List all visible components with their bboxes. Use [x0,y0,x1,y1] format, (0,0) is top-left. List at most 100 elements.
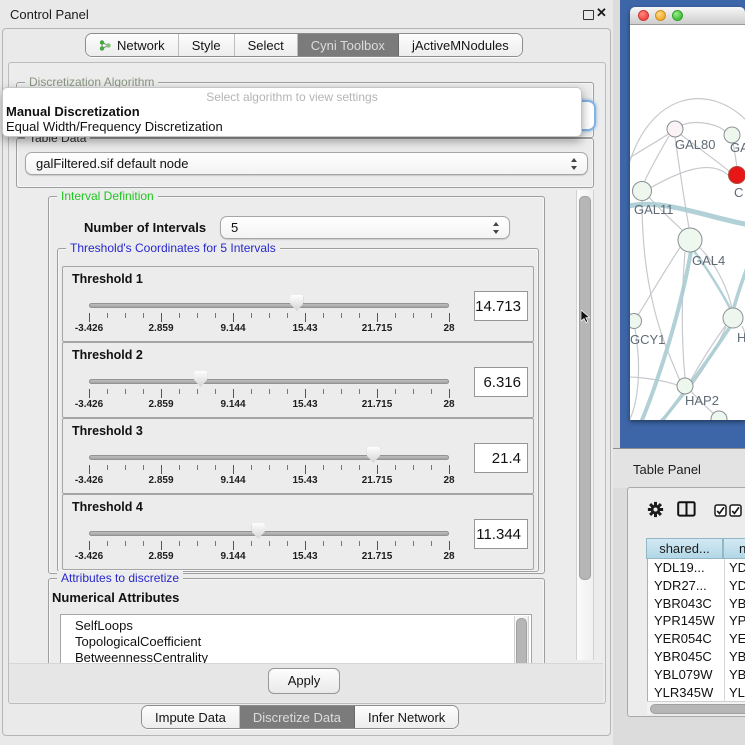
tab-label: Style [192,38,221,53]
minimize-traffic-light-icon[interactable] [655,10,666,21]
tick-mark [395,541,396,546]
slider-track[interactable] [89,531,449,536]
scale-label: 9.144 [220,475,245,486]
tick-mark [341,389,342,394]
slider-ticks [89,541,449,551]
network-window-titlebar[interactable] [630,7,745,25]
tab-discretize-data-bottom[interactable]: Discretize Data [240,706,355,728]
attribute-item-selfloops[interactable]: SelfLoops [75,618,133,633]
column-header-shared-name[interactable]: shared... [646,538,723,559]
tick-mark [449,541,450,550]
checkbox-icon[interactable] [714,504,727,517]
slider-track[interactable] [89,455,449,460]
cell-name: YLR3 [729,685,745,700]
split-columns-icon[interactable] [677,501,696,517]
tick-mark [179,465,180,470]
table-row[interactable]: YLR345W YLR3 [648,684,745,701]
tab-infer-network-bottom[interactable]: Infer Network [355,706,458,728]
list-scrollbar-thumb[interactable] [516,618,527,663]
tick-mark [359,541,360,546]
gear-icon[interactable] [647,501,664,518]
network-canvas[interactable]: GAL80GACGAL11GAL4GCY1HHAP2 [630,25,745,420]
svg-text:GAL4: GAL4 [692,253,725,268]
tick-mark [269,389,270,394]
tab-jactivemnodules[interactable]: jActiveMNodules [399,34,522,56]
table-row[interactable]: YPR145WYPR1 [648,612,745,630]
slider-scale-labels: -3.4262.8599.14415.4321.71528 [89,551,449,564]
threshold-value-field[interactable]: 6.316 [474,367,528,397]
slider-scale-labels: -3.4262.8599.14415.4321.71528 [89,323,449,336]
slider-thumb[interactable] [367,447,380,463]
close-icon[interactable]: ✕ [596,5,607,21]
tab-cyni-toolbox[interactable]: Cyni Toolbox [298,34,399,56]
cell-name: YPR1 [729,613,745,628]
float-window-icon[interactable] [583,10,594,20]
scale-label: 2.859 [148,323,173,334]
tab-label: Discretize Data [253,710,341,725]
tick-mark [143,313,144,318]
tick-mark [251,313,252,318]
tab-select[interactable]: Select [235,34,298,56]
threshold-row-3: Threshold 3-3.4262.8599.14415.4321.71528… [62,418,534,494]
tick-mark [107,313,108,318]
table-row[interactable]: YDR27...YDR2 [648,577,745,595]
tab-label: Select [248,38,284,53]
table-row[interactable]: YBL079WYBL0 [648,666,745,684]
tick-mark [377,465,378,474]
algorithm-option-equal-width[interactable]: Equal Width/Frequency Discretization [6,119,223,134]
slider-thumb[interactable] [252,523,265,539]
tick-mark [143,541,144,546]
tab-network[interactable]: Network [86,34,179,56]
tab-style[interactable]: Style [179,34,235,56]
tick-mark [161,389,162,398]
threshold-value-field[interactable]: 11.344 [474,519,528,549]
number-of-intervals-combobox[interactable]: 5 [220,216,510,239]
column-header-name[interactable]: n [723,538,745,559]
numerical-attributes-label: Numerical Attributes [52,590,179,605]
table-row[interactable]: YDL19...YDL1 [648,559,745,577]
tick-mark [341,541,342,546]
attribute-item-betweennesscentrality[interactable]: BetweennessCentrality [75,650,208,663]
zoom-traffic-light-icon[interactable] [672,10,683,21]
tab-impute-data-bottom[interactable]: Impute Data [142,706,240,728]
slider-track[interactable] [89,303,449,308]
node-table[interactable]: YDL19...YDL1YDR27...YDR2YBR043CYBR0YPR14… [647,559,745,701]
slider-ticks [89,389,449,399]
list-scrollbar-track[interactable] [514,616,529,663]
table-row[interactable]: YBR043CYBR0 [648,595,745,613]
table-hscrollbar-thumb[interactable] [650,704,745,714]
slider-thumb[interactable] [290,295,303,311]
table-data-combobox[interactable]: galFiltered.sif default node [25,152,588,175]
slider-thumb[interactable] [194,371,207,387]
close-traffic-light-icon[interactable] [638,10,649,21]
scale-label: 21.715 [362,475,393,486]
table-row[interactable]: YER054CYER0 [648,630,745,648]
slider-track[interactable] [89,379,449,384]
threshold-value-field[interactable]: 21.4 [474,443,528,473]
attribute-item-topologicalcoefficient[interactable]: TopologicalCoefficient [75,634,201,649]
tick-mark [125,465,126,470]
table-hscrollbar-track[interactable] [647,701,745,714]
tick-mark [287,541,288,546]
numerical-attributes-list[interactable]: SelfLoopsTopologicalCoefficientBetweenne… [60,614,532,663]
tick-mark [233,465,234,474]
tick-mark [323,389,324,394]
panel-scrollbar-thumb[interactable] [579,196,591,580]
tick-mark [107,389,108,394]
table-data-combobox-value: galFiltered.sif default node [36,156,188,171]
cell-shared-name: YLR345W [654,685,713,700]
tick-mark [431,541,432,546]
tick-mark [305,541,306,550]
table-row[interactable]: YBR045CYBR0 [648,648,745,666]
checkbox-icon[interactable] [729,504,742,517]
tick-mark [89,313,90,322]
threshold-label: Threshold 2 [72,348,143,362]
tick-mark [215,389,216,394]
apply-button[interactable]: Apply [268,668,340,694]
threshold-value-field[interactable]: 14.713 [474,291,528,321]
tick-mark [377,541,378,550]
table-panel-header: Table Panel [613,448,745,488]
panel-scrollbar-track[interactable] [576,190,594,660]
algorithm-option-manual[interactable]: Manual Discretization [6,104,140,119]
scale-label: 28 [443,323,454,334]
